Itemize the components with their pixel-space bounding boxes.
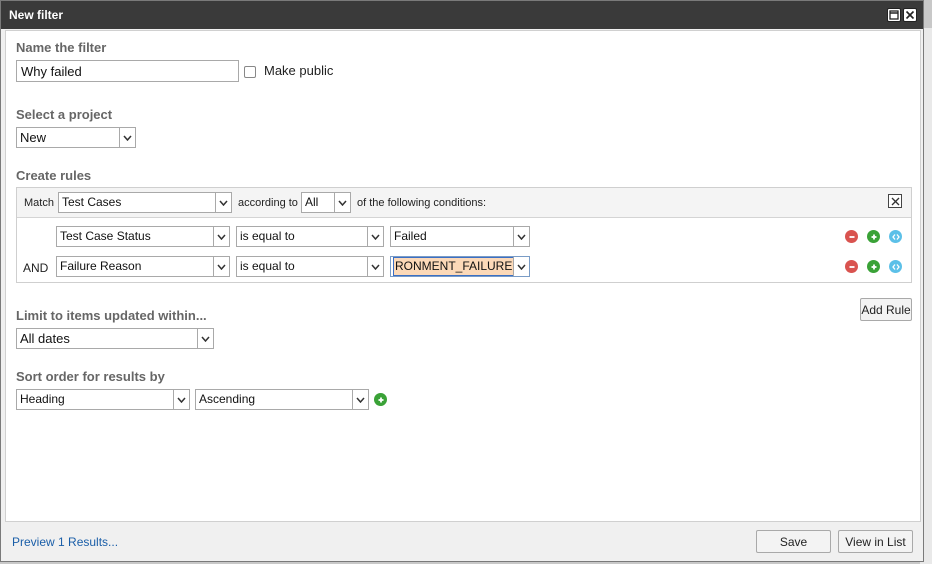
dialog-content: Name the filter Make public Select a pro… xyxy=(5,30,921,522)
limit-label: Limit to items updated within... xyxy=(16,308,207,323)
conditions-text: of the following conditions: xyxy=(357,197,487,209)
match-label: Match xyxy=(24,197,54,209)
remove-rule-icon[interactable] xyxy=(845,260,858,273)
create-rules-label: Create rules xyxy=(16,168,92,183)
rule-operator-value: is equal to xyxy=(240,259,295,273)
dialog-footer: Preview 1 Results... Save View in List xyxy=(1,523,923,561)
dialog-titlebar: New filter xyxy=(1,1,923,29)
chevron-down-icon xyxy=(197,329,213,348)
rule-prefix: AND xyxy=(23,261,49,275)
rule-operator-select[interactable]: is equal to xyxy=(236,256,384,277)
according-to-label: according to xyxy=(238,197,298,209)
add-rule-icon[interactable] xyxy=(867,230,880,243)
chevron-down-icon xyxy=(334,193,350,212)
view-in-list-button[interactable]: View in List xyxy=(838,530,913,553)
close-icon[interactable] xyxy=(903,8,917,22)
according-select-value: All xyxy=(305,195,319,209)
save-button[interactable]: Save xyxy=(756,530,831,553)
chevron-down-icon xyxy=(173,390,189,409)
rule-operator-select[interactable]: is equal to xyxy=(236,226,384,247)
chevron-down-icon xyxy=(213,227,229,246)
sort-order-value: Ascending xyxy=(199,392,256,406)
chevron-down-icon xyxy=(215,193,231,212)
limit-select[interactable]: All dates xyxy=(16,328,214,349)
make-public-checkbox[interactable] xyxy=(244,66,256,78)
rule-field-value: Failure Reason xyxy=(60,259,142,273)
add-rule-button[interactable]: Add Rule xyxy=(860,298,912,321)
new-filter-dialog: New filter Name the filter Make public S… xyxy=(0,0,924,562)
rule-field-select[interactable]: Failure Reason xyxy=(56,256,230,277)
chevron-down-icon xyxy=(513,227,529,246)
chevron-down-icon xyxy=(119,128,135,147)
preview-results-link[interactable]: Preview 1 Results... xyxy=(12,535,118,549)
name-filter-label: Name the filter xyxy=(16,40,107,55)
project-select[interactable]: New xyxy=(16,127,136,148)
select-project-label: Select a project xyxy=(16,107,113,122)
chevron-down-icon xyxy=(367,257,383,276)
remove-rules-icon[interactable] xyxy=(888,194,902,208)
chevron-down-icon xyxy=(213,257,229,276)
rule-value: RONMENT_FAILURE xyxy=(392,257,515,276)
make-public-label: Make public xyxy=(264,63,334,78)
according-select[interactable]: All xyxy=(301,192,351,213)
add-sort-icon[interactable] xyxy=(374,393,387,406)
rule-value-select[interactable]: RONMENT_FAILURE xyxy=(390,256,530,277)
project-select-value: New xyxy=(20,130,47,145)
group-rule-icon[interactable] xyxy=(889,230,902,243)
sort-order-select[interactable]: Ascending xyxy=(195,389,369,410)
match-select[interactable]: Test Cases xyxy=(58,192,232,213)
chevron-down-icon xyxy=(513,257,529,276)
chevron-down-icon xyxy=(367,227,383,246)
dialog-title: New filter xyxy=(9,8,64,22)
match-select-value: Test Cases xyxy=(62,195,122,209)
sort-label: Sort order for results by xyxy=(16,369,165,384)
sort-field-select[interactable]: Heading xyxy=(16,389,190,410)
rule-value: Failed xyxy=(394,229,427,243)
sort-field-value: Heading xyxy=(20,392,65,406)
rules-header: Match Test Cases according to All of the… xyxy=(17,188,911,218)
group-rule-icon[interactable] xyxy=(889,260,902,273)
rule-field-select[interactable]: Test Case Status xyxy=(56,226,230,247)
maximize-icon[interactable] xyxy=(887,8,901,22)
filter-name-input[interactable] xyxy=(16,60,239,82)
rule-operator-value: is equal to xyxy=(240,229,295,243)
add-rule-icon[interactable] xyxy=(867,260,880,273)
rule-field-value: Test Case Status xyxy=(60,229,151,243)
rule-value-select[interactable]: Failed xyxy=(390,226,530,247)
limit-select-value: All dates xyxy=(20,331,70,346)
rules-box: Match Test Cases according to All of the… xyxy=(16,187,912,283)
chevron-down-icon xyxy=(352,390,368,409)
remove-rule-icon[interactable] xyxy=(845,230,858,243)
